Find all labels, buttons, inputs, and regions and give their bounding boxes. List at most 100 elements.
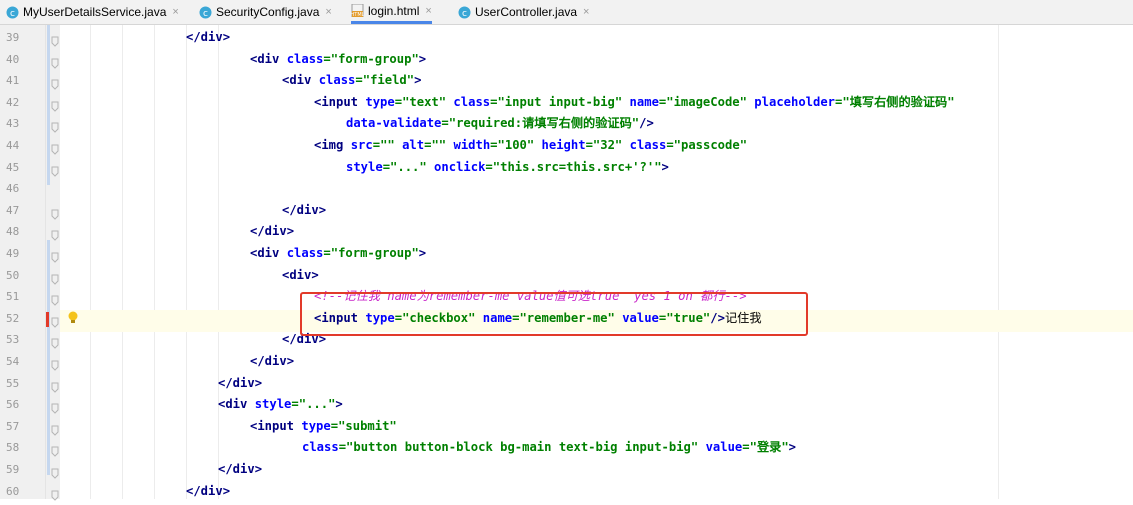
fold-marker-icon[interactable] (51, 291, 59, 306)
code-text: class="button button-block bg-main text-… (302, 440, 797, 455)
close-tab-icon[interactable]: × (325, 6, 331, 18)
html-file-icon: HTML (351, 4, 364, 17)
line-number: 54 (6, 355, 20, 368)
tab-myuserdetailsservice[interactable]: c MyUserDetailsService.java × (6, 0, 179, 24)
close-tab-icon[interactable]: × (172, 6, 178, 18)
fold-marker-icon[interactable] (51, 464, 59, 479)
code-line[interactable]: 40 <div class="form-group"> (0, 49, 1133, 71)
code-line[interactable]: 59 </div> (0, 459, 1133, 481)
tab-label: login.html (368, 3, 420, 18)
fold-marker-icon[interactable] (51, 162, 59, 177)
code-text: </div> (218, 462, 263, 476)
line-number: 49 (6, 247, 20, 260)
code-text: <div class="form-group"> (250, 246, 427, 260)
fold-marker-icon[interactable] (51, 97, 59, 112)
line-number: 59 (6, 463, 20, 476)
svg-text:c: c (462, 9, 467, 19)
code-editor[interactable]: 39 </div> 40 <div class="form-group"> 41 <div… (0, 25, 1133, 501)
code-line[interactable]: 48 </div> (0, 221, 1133, 243)
line-number: 51 (6, 290, 20, 304)
fold-marker-icon[interactable] (51, 205, 59, 220)
tab-login-html[interactable]: HTML login.html × (351, 0, 432, 24)
line-number: 57 (6, 419, 20, 433)
code-line[interactable]: 58 class="button button-block bg-main tex… (0, 437, 1133, 459)
fold-marker-icon[interactable] (51, 54, 59, 69)
fold-marker-icon[interactable] (51, 421, 59, 436)
code-line[interactable]: 49 <div class="form-group"> (0, 243, 1133, 265)
line-number: 55 (6, 376, 20, 390)
line-number: 44 (6, 139, 20, 152)
fold-marker-icon[interactable] (51, 334, 59, 350)
tab-label: UserController.java (475, 5, 578, 19)
tab-label: MyUserDetailsService.java (23, 5, 167, 19)
fold-marker-icon[interactable] (51, 140, 59, 155)
code-text: <div class="field"> (282, 73, 422, 88)
close-tab-icon[interactable]: × (583, 6, 589, 18)
line-number: 53 (6, 333, 20, 347)
fold-marker-icon[interactable] (51, 313, 59, 328)
line-number: 58 (6, 441, 20, 455)
code-line[interactable]: 55 </div> (0, 373, 1133, 395)
code-text: </div> (218, 375, 263, 390)
code-text: <div style="..."> (218, 397, 343, 412)
line-number: 39 (6, 31, 20, 44)
line-number: 45 (6, 160, 20, 174)
code-line[interactable]: 42 <input type="text" class="input input-… (0, 92, 1133, 114)
code-text: data-validate="required:请填写右侧的验证码"/> (346, 116, 654, 131)
code-line[interactable]: 57 <input type="submit" (0, 416, 1133, 438)
line-number: 56 (6, 398, 20, 412)
line-number: 46 (6, 182, 20, 196)
lightbulb-icon[interactable] (67, 310, 79, 324)
annotation-highlight-box (300, 292, 808, 336)
svg-text:c: c (10, 9, 15, 19)
fold-marker-icon[interactable] (51, 248, 59, 263)
fold-marker-icon[interactable] (51, 442, 59, 458)
code-line[interactable]: 50 <div> (0, 265, 1133, 287)
fold-marker-icon[interactable] (51, 226, 59, 242)
svg-text:c: c (203, 9, 208, 19)
code-line[interactable]: 56 <div style="..."> (0, 394, 1133, 416)
code-line[interactable]: 47 </div> (0, 200, 1133, 222)
code-text: </div> (282, 202, 327, 217)
close-tab-icon[interactable]: × (425, 5, 431, 17)
fold-marker-icon[interactable] (51, 399, 59, 414)
svg-text:HTML: HTML (351, 12, 364, 17)
fold-marker-icon[interactable] (51, 270, 59, 285)
code-line[interactable]: 54 </div> (0, 351, 1133, 373)
tab-label: SecurityConfig.java (216, 5, 320, 19)
code-line[interactable]: 44 <img src="" alt="" width="100" height=… (0, 135, 1133, 157)
code-text: <input type="text" class="input input-bi… (314, 94, 955, 109)
code-line[interactable]: 39 </div> (0, 27, 1133, 49)
fold-marker-icon[interactable] (51, 378, 59, 393)
line-number: 43 (6, 117, 20, 131)
tab-usercontroller[interactable]: c UserController.java × (458, 0, 589, 24)
code-text: </div> (250, 224, 295, 239)
fold-marker-icon[interactable] (51, 356, 59, 371)
fold-marker-icon[interactable] (51, 486, 59, 501)
fold-marker-icon[interactable] (51, 118, 59, 134)
java-class-icon: c (458, 6, 471, 19)
line-number: 52 (6, 311, 20, 325)
code-text: <div> (282, 267, 319, 282)
code-text: <div class="form-group"> (250, 51, 427, 66)
line-number: 41 (6, 74, 20, 88)
modified-line-marker (46, 312, 49, 327)
code-text: </div> (250, 354, 295, 368)
code-line[interactable]: 46 (0, 178, 1133, 200)
editor-tab-bar: c MyUserDetailsService.java × c Security… (0, 0, 1133, 25)
code-line[interactable]: 43 data-validate="required:请填写右侧的验证码"/> (0, 113, 1133, 135)
java-class-icon: c (199, 6, 212, 19)
code-line[interactable]: 41 <div class="field"> (0, 70, 1133, 92)
code-line[interactable]: 45 style="..." onclick="this.src=this.src… (0, 157, 1133, 179)
code-text: <img src="" alt="" width="100" height="3… (314, 138, 748, 152)
fold-marker-icon[interactable] (51, 75, 59, 90)
java-class-icon: c (6, 6, 19, 19)
line-number: 42 (6, 95, 20, 109)
line-number: 40 (6, 52, 20, 66)
tab-securityconfig[interactable]: c SecurityConfig.java × (199, 0, 332, 24)
fold-marker-icon[interactable] (51, 32, 59, 47)
code-text: </div> (186, 30, 231, 44)
line-number: 47 (6, 203, 20, 217)
line-number: 50 (6, 268, 20, 282)
line-number: 48 (6, 225, 20, 239)
